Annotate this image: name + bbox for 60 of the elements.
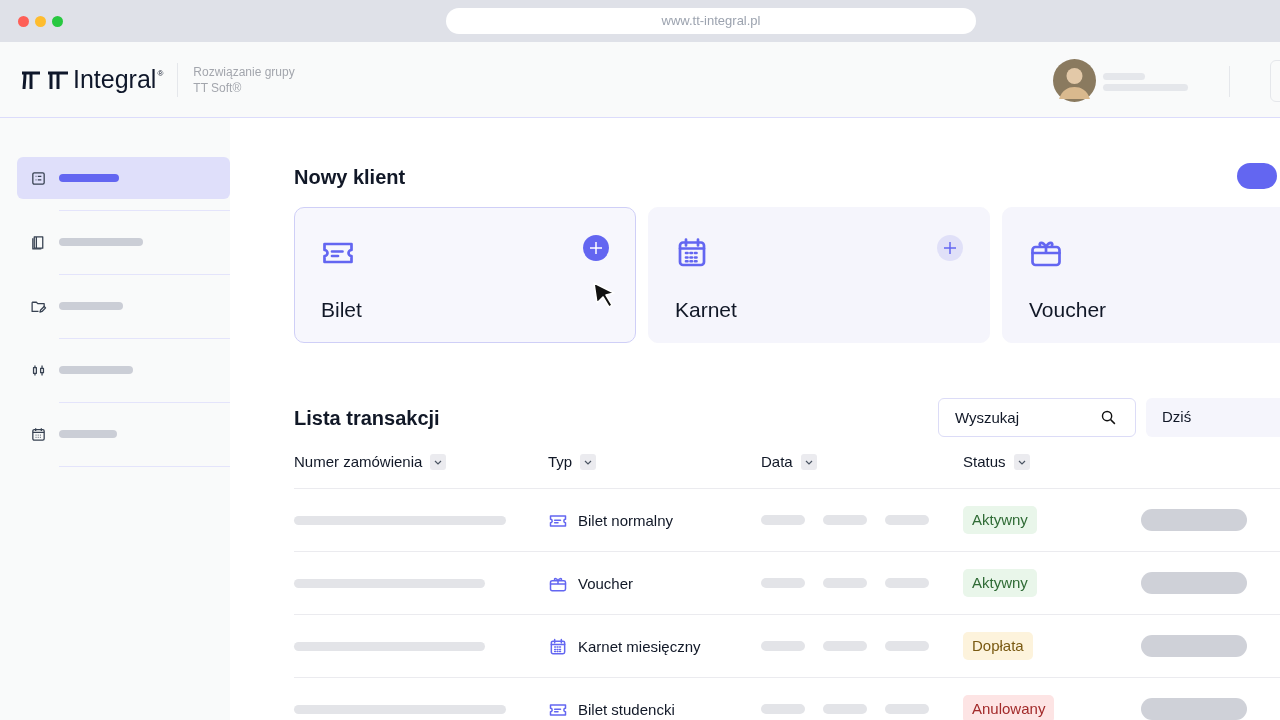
skeleton-bar bbox=[761, 704, 805, 714]
search-icon bbox=[1100, 409, 1117, 426]
section-title: Nowy klient bbox=[294, 165, 406, 190]
status-badge: Anulowany bbox=[963, 695, 1055, 720]
skeleton-bar bbox=[823, 704, 867, 714]
chevron-down-icon bbox=[434, 459, 443, 465]
skeleton-bar bbox=[823, 515, 867, 525]
primary-button[interactable] bbox=[1237, 163, 1277, 189]
add-button[interactable] bbox=[937, 235, 963, 261]
search-field[interactable]: Wyszukaj bbox=[938, 398, 1136, 437]
chevron-down-icon bbox=[804, 459, 813, 465]
skeleton-bar bbox=[885, 515, 929, 525]
sort-button[interactable] bbox=[580, 454, 597, 471]
plus-icon bbox=[590, 242, 602, 254]
card-label: Bilet bbox=[321, 297, 362, 323]
sort-button[interactable] bbox=[430, 454, 447, 471]
chevron-down-icon bbox=[584, 459, 593, 465]
logo-icon bbox=[22, 69, 68, 90]
column-header[interactable]: Data bbox=[761, 451, 793, 474]
skeleton-bar bbox=[823, 641, 867, 651]
skeleton-bar bbox=[59, 430, 117, 438]
skeleton-bar bbox=[761, 641, 805, 651]
plus-icon bbox=[944, 242, 956, 254]
column-header[interactable]: Typ bbox=[548, 451, 573, 474]
sort-button[interactable] bbox=[800, 454, 817, 471]
add-button[interactable] bbox=[583, 235, 609, 261]
card-label: Voucher bbox=[1029, 297, 1107, 323]
status-badge: Aktywny bbox=[963, 569, 1037, 597]
avatar[interactable] bbox=[1053, 59, 1096, 102]
date-filter[interactable]: Dziś bbox=[1146, 398, 1280, 437]
section-title: Lista transakcji bbox=[294, 405, 441, 431]
calendar-icon bbox=[30, 425, 47, 443]
table-cell-text: Karnet miesięczny bbox=[578, 637, 701, 657]
tagline: Rozwiązanie grupy bbox=[193, 63, 295, 80]
column-header[interactable]: Numer zamówienia bbox=[294, 451, 423, 474]
table-cell-text: Bilet normalny bbox=[578, 511, 674, 531]
skeleton-bar bbox=[761, 515, 805, 525]
skeleton-bar bbox=[885, 578, 929, 588]
skeleton-bar bbox=[823, 578, 867, 588]
skeleton-bar bbox=[885, 641, 929, 651]
table-cell-text: Bilet studencki bbox=[578, 700, 675, 720]
tagline: TT Soft® bbox=[193, 79, 243, 96]
product-card[interactable]: Karnet bbox=[648, 207, 990, 343]
skeleton-bar bbox=[761, 578, 805, 588]
registered-mark: ® bbox=[157, 68, 164, 80]
chevron-down-icon bbox=[1017, 459, 1026, 465]
product-card[interactable]: Bilet bbox=[294, 207, 636, 343]
sidebar-item[interactable] bbox=[17, 157, 230, 199]
skeleton-bar bbox=[885, 704, 929, 714]
product-card[interactable]: Voucher bbox=[1002, 207, 1280, 343]
status-badge: Dopłata bbox=[963, 632, 1033, 660]
column-header[interactable]: Status bbox=[963, 451, 1006, 474]
table-cell-text: Voucher bbox=[578, 574, 634, 594]
sort-button[interactable] bbox=[1013, 454, 1030, 471]
skeleton-bar bbox=[59, 174, 119, 182]
skeleton-bar bbox=[59, 302, 123, 310]
card-label: Karnet bbox=[675, 297, 737, 323]
status-badge: Aktywny bbox=[963, 506, 1037, 534]
logo-text: Integral bbox=[73, 67, 157, 92]
list-icon bbox=[30, 169, 47, 187]
